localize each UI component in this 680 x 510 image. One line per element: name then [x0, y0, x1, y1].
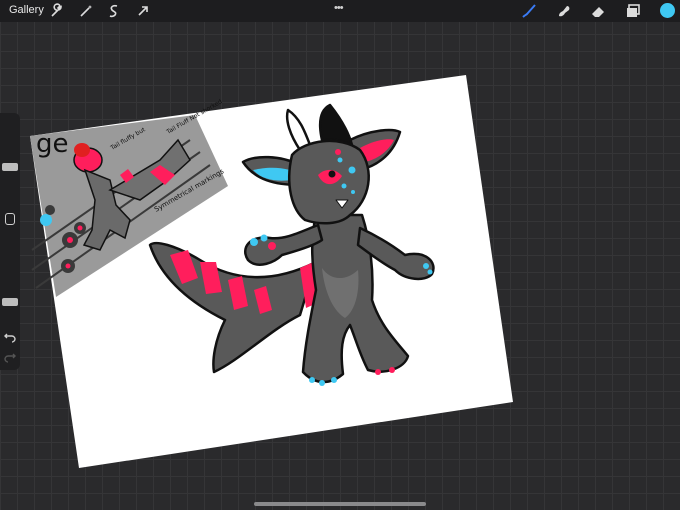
magic-wand-icon[interactable]: [78, 3, 94, 19]
modify-button[interactable]: [5, 213, 15, 225]
svg-text:ge: ge: [36, 129, 69, 159]
color-picker-button[interactable]: [660, 3, 675, 18]
home-indicator[interactable]: [254, 502, 426, 506]
gallery-button[interactable]: Gallery: [9, 4, 44, 16]
redo-icon[interactable]: [4, 351, 16, 363]
left-sidebar: [0, 113, 20, 370]
top-toolbar: Gallery •••: [0, 0, 680, 22]
smudge-icon[interactable]: [556, 3, 572, 19]
opacity-thumb[interactable]: [2, 298, 18, 306]
opacity-slider[interactable]: [0, 233, 20, 325]
eraser-icon[interactable]: [590, 3, 606, 19]
brush-size-thumb[interactable]: [2, 163, 18, 171]
undo-icon[interactable]: [4, 331, 16, 343]
wrench-icon[interactable]: [48, 3, 64, 19]
layers-icon[interactable]: [625, 3, 641, 19]
drawing-canvas[interactable]: ge Tail fluffy but Tail Fluff Not shorke…: [0, 0, 680, 510]
brush-size-slider[interactable]: [0, 117, 20, 209]
selection-icon[interactable]: [106, 3, 122, 19]
more-options-button[interactable]: •••: [334, 2, 344, 14]
brush-icon[interactable]: [521, 3, 537, 19]
transform-arrow-icon[interactable]: [135, 3, 151, 19]
